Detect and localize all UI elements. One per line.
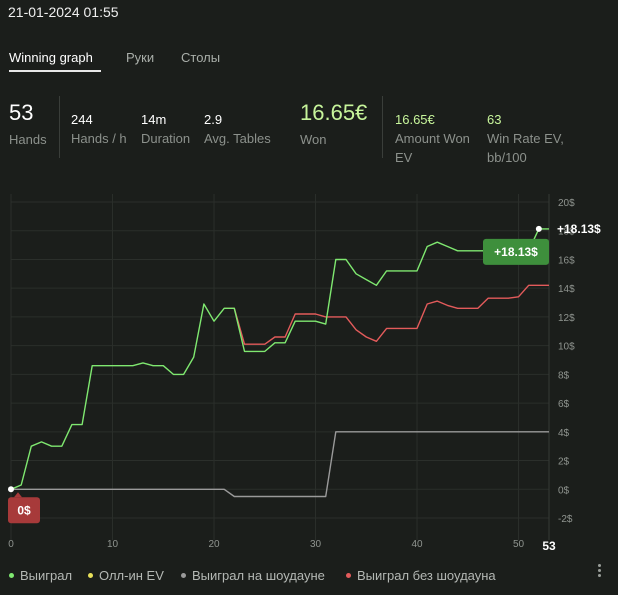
chart-points [8, 225, 542, 493]
y-tick-label: 12$ [558, 313, 575, 324]
legend-label-showdown: Выиграл на шоудауне [192, 568, 325, 583]
stat-win-rate-ev-label-line1: Win Rate EV, [487, 131, 564, 146]
legend-label-allin-ev: Олл-ин EV [99, 568, 164, 583]
tab-tables[interactable]: Столы [181, 50, 220, 65]
y-tick-label: 16$ [558, 255, 575, 266]
stat-hands-per-hour: 244 Hands / h [71, 112, 127, 148]
stat-amount-won-ev-label-line1: Amount Won [395, 131, 470, 146]
stat-hands-per-hour-label: Hands / h [71, 131, 127, 146]
legend-dot-non-showdown [346, 573, 351, 579]
x-tick-label: 10 [107, 539, 119, 550]
stat-duration: 14m Duration [141, 112, 190, 148]
end-point-marker [535, 225, 542, 232]
stat-amount-won-ev-label-line2: EV [395, 150, 413, 165]
y-tick-label: 6$ [558, 399, 570, 410]
stat-avg-tables: 2.9 Avg. Tables [204, 112, 271, 148]
x-tick-label: 30 [310, 539, 322, 550]
tab-hands[interactable]: Руки [126, 50, 154, 65]
legend-item-non-showdown[interactable]: Выиграл без шоудауна [346, 568, 496, 583]
start-point-marker [8, 486, 14, 493]
session-datetime: 21-01-2024 01:55 [8, 4, 119, 20]
stat-win-rate-ev-label-line2: bb/100 [487, 150, 527, 165]
y-tick-label: 2$ [558, 457, 570, 468]
active-tab-indicator [9, 70, 101, 72]
y-tick-label: -2$ [558, 514, 573, 525]
stat-won-label: Won [300, 132, 327, 147]
stat-hands-label: Hands [9, 132, 47, 147]
legend-label-won: Выиграл [20, 568, 73, 583]
legend-item-allin-ev[interactable]: Олл-ин EV [88, 568, 164, 583]
y-tick-label: 8$ [558, 370, 570, 381]
stat-win-rate-ev-value: 63 [487, 112, 502, 127]
stat-avg-tables-label: Avg. Tables [204, 131, 271, 146]
stat-amount-won-ev-value: 16.65€ [395, 112, 435, 127]
x-tick-label: 50 [513, 539, 525, 550]
stat-won-value: 16.65€ [300, 100, 368, 125]
series-line-2 [11, 431, 549, 498]
stats-divider [59, 96, 60, 158]
y-tick-label: 4$ [558, 428, 570, 439]
x-tick-label: 0 [8, 539, 14, 550]
chart-series [10, 228, 549, 498]
legend-label-non-showdown: Выиграл без шоудауна [357, 568, 496, 583]
legend-dot-showdown [181, 573, 186, 579]
tab-winning-graph[interactable]: Winning graph [9, 50, 93, 65]
stat-hands-per-hour-value: 244 [71, 112, 93, 127]
legend-item-showdown[interactable]: Выиграл на шоудауне [181, 568, 325, 583]
y-tick-label: 0$ [558, 485, 570, 496]
y-tick-label: 14$ [558, 284, 575, 295]
more-options-icon[interactable] [594, 562, 604, 582]
end-value-badge-text: +18.13$ [494, 245, 538, 259]
x-axis-labels: 0 10 20 30 40 50 53 [8, 539, 556, 553]
series-line-3 [224, 284, 549, 345]
start-badge-pointer [14, 492, 22, 498]
series-line-0 [10, 228, 549, 490]
stat-avg-tables-value: 2.9 [204, 112, 223, 127]
stat-duration-label: Duration [141, 131, 191, 146]
winning-graph-chart[interactable]: -2$0$2$4$6$8$10$12$14$16$18$20$ 0 10 20 30 4… [0, 185, 618, 555]
x-max-label: 53 [542, 539, 556, 553]
end-value-label: +18.13$ [557, 222, 601, 236]
legend-dot-won [9, 573, 14, 579]
y-tick-label: 10$ [558, 342, 575, 353]
chart-badges: +18.13$ +18.13$ 0$ [8, 222, 601, 524]
stat-hands: 53 Hands [9, 100, 47, 149]
stats-divider [382, 96, 383, 158]
x-tick-label: 20 [208, 539, 220, 550]
legend-dot-allin-ev [88, 573, 93, 579]
start-value-badge-text: 0$ [17, 503, 31, 517]
stat-duration-value: 14m [141, 112, 167, 127]
y-tick-label: 20$ [558, 198, 575, 209]
stat-amount-won-ev: 16.65€ Amount Won EV [395, 112, 470, 167]
legend-item-won[interactable]: Выиграл [9, 568, 72, 583]
x-tick-label: 40 [411, 539, 423, 550]
y-axis-labels: -2$0$2$4$6$8$10$12$14$16$18$20$ [558, 198, 575, 525]
stat-won: 16.65€ Won [300, 100, 367, 149]
stat-hands-value: 53 [9, 100, 34, 125]
stat-win-rate-ev: 63 Win Rate EV, bb/100 [487, 112, 564, 167]
